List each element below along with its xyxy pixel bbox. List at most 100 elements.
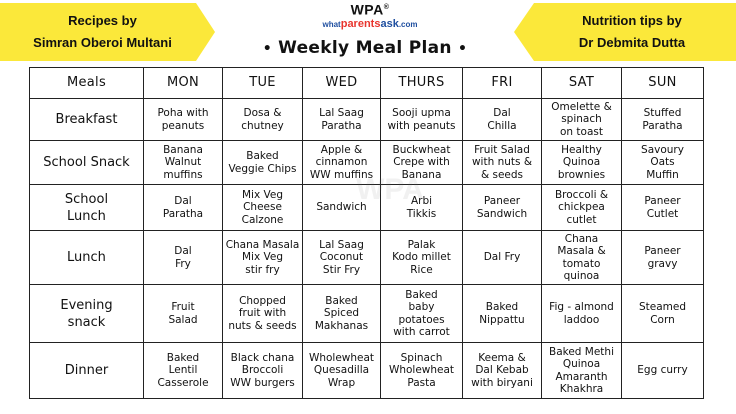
meal-cell-line: Keema & <box>478 351 526 364</box>
meal-cell: Sandwich <box>302 184 381 231</box>
meal-cell-line: Baked <box>485 301 519 313</box>
meal-cell-line: Masala & <box>557 245 606 257</box>
meal-cell-line: Spinach <box>400 351 443 364</box>
meal-cell-line: Crepe with <box>393 156 450 169</box>
meal-cell-line: Sandwich <box>476 207 528 220</box>
nutrition-credit-line2: Dr Debmita Dutta <box>578 35 686 50</box>
meal-name-line: Breakfast <box>55 112 118 127</box>
meal-cell-line: Mix Veg <box>241 188 284 201</box>
meal-cell: Wholewheat Quesadilla Wrap <box>302 342 381 399</box>
meal-cell-line: Quinoa <box>562 156 601 169</box>
meal-cell: Fruit Salad <box>143 284 223 343</box>
meal-cell: Chana Masala & tomato quinoa <box>541 230 622 285</box>
meal-cell: Fruit Salad with nuts & & seeds <box>462 140 542 185</box>
meal-cell-line: Poha with <box>157 107 209 119</box>
meal-cell-line: Paneer <box>644 245 681 257</box>
meal-name-cell: Dinner <box>29 342 144 399</box>
meal-cell-line: Lal Saag <box>319 107 364 119</box>
meal-cell: Baked Methi Quinoa Amaranth Khakhra <box>541 342 622 399</box>
recipes-credit-line2: Simran Oberoi Multani <box>33 35 172 50</box>
meal-name-cell: Evening snack <box>29 284 144 343</box>
meal-cell-line: Rice <box>410 263 433 276</box>
meal-cell-line: Lentil <box>168 364 198 377</box>
meal-cell-line: cinnamon <box>315 156 368 169</box>
meal-cell: Lal Saag Paratha <box>302 98 381 141</box>
meal-cell-line: brownies <box>557 168 606 181</box>
meal-cell-line: Veggie Chips <box>228 162 297 175</box>
day-header: MON <box>143 67 223 99</box>
meal-cell-line: Dal Fry <box>483 251 521 264</box>
meal-cell-line: Chopped <box>239 294 286 307</box>
meal-cell-line: peanuts <box>161 119 205 132</box>
meal-cell: Apple & cinnamon WW muffins <box>302 140 381 185</box>
meal-cell: Chana Masala Mix Veg stir fry <box>222 230 303 285</box>
meal-cell-line: Baked <box>325 294 358 307</box>
meal-cell-line: on toast <box>560 125 603 138</box>
meal-cell-line: Nippattu <box>479 313 525 326</box>
meal-cell: Paneer Cutlet <box>621 184 704 231</box>
meal-cell-line: Fruit Salad <box>474 143 530 156</box>
meal-name-line: School Snack <box>43 155 130 170</box>
meal-cell-line: Salad <box>168 313 198 326</box>
meal-cell-line: Banana <box>163 143 203 156</box>
meal-cell-line: Stuffed <box>643 107 682 119</box>
meal-cell: Buckwheat Crepe with Banana <box>380 140 463 185</box>
meal-cell-line: Paneer <box>644 195 681 207</box>
meal-cell-line: Dal <box>174 195 192 207</box>
meal-cell-line: Paratha <box>162 207 204 220</box>
meal-cell-line: Fig - almond <box>549 301 614 313</box>
meal-cell: Palak Kodo millet Rice <box>380 230 463 285</box>
meal-cell-line: Tikkis <box>406 207 437 220</box>
meal-cell-line: Omelette & <box>551 100 612 113</box>
logo-mark-text: WPA <box>350 1 384 18</box>
meal-cell-line: Walnut <box>164 156 202 169</box>
meal-cell-line: Calzone <box>241 213 284 226</box>
meal-cell: Poha with peanuts <box>143 98 223 141</box>
meal-row: School Snack Banana Walnut muffins Baked Vegg… <box>29 140 704 185</box>
meal-cell-line: Makhanas <box>314 319 369 332</box>
meal-cell: Dal Fry <box>462 230 542 285</box>
meal-cell-line: gravy <box>647 257 678 270</box>
meal-cell-line: Savoury <box>641 143 684 156</box>
meal-cell-line: Oats <box>650 156 675 169</box>
title-text: Weekly Meal Plan <box>278 38 452 58</box>
logo-registered: ® <box>383 4 390 11</box>
meal-cell-line: chutney <box>241 119 284 132</box>
meal-cell-line: with peanuts <box>387 119 456 132</box>
header-row: Meals MON TUE WED THURS FRI SAT SUN <box>29 67 704 99</box>
meal-cell-line: with carrot <box>393 326 450 338</box>
meal-cell-line: Coconut <box>319 251 364 264</box>
meal-cell: Steamed Corn <box>621 284 704 343</box>
meal-cell-line: Baked <box>246 150 279 162</box>
nutrition-credit-line1: Nutrition tips by <box>582 13 682 28</box>
meal-cell-line: Chana <box>564 232 599 245</box>
meal-name-line: School <box>64 191 109 207</box>
meal-cell-line: Quesadilla <box>313 364 370 377</box>
meal-cell: Stuffed Paratha <box>621 98 704 141</box>
meal-cell: Baked baby potatoes with carrot <box>380 284 463 343</box>
meal-cell: Chopped fruit with nuts & seeds <box>222 284 303 343</box>
meal-row: Lunch Dal Fry Chana Masala Mix Veg stir fry La… <box>29 230 704 285</box>
meal-name-line: Evening <box>60 297 113 313</box>
meal-cell-line: cutlet <box>566 213 597 226</box>
meal-plan-table: Meals MON TUE WED THURS FRI SAT SUN Brea… <box>29 67 704 399</box>
meal-cell-line: Broccoli & <box>554 188 609 201</box>
meal-cell-line: fruit with <box>238 307 287 320</box>
meal-cell-line: & seeds <box>480 168 524 181</box>
meal-cell: Baked Veggie Chips <box>222 140 303 185</box>
corner-header: Meals <box>29 67 144 99</box>
meal-cell-line: potatoes <box>398 313 445 326</box>
meal-cell-line: Lal Saag <box>319 238 364 251</box>
meal-cell-line: Arbi <box>410 195 433 207</box>
wpa-logo: WPA® whatparentsask.com <box>285 0 455 31</box>
recipes-credit-banner: Recipes by Simran Oberoi Multani <box>0 3 215 61</box>
meal-cell-line: tomato <box>562 257 601 270</box>
meal-row: Dinner Baked Lentil Casserole Black chana Bro… <box>29 342 704 399</box>
meal-cell-line: Baked <box>405 288 438 301</box>
meal-cell: Broccoli & chickpea cutlet <box>541 184 622 231</box>
meal-cell-line: spinach <box>561 113 602 126</box>
meal-name-line: Lunch <box>67 208 106 224</box>
meal-cell-line: Dal <box>493 107 511 119</box>
meal-row: School Lunch Dal Paratha Mix Veg Cheese Calzon… <box>29 184 704 231</box>
meal-cell-line: Paratha <box>642 119 683 132</box>
